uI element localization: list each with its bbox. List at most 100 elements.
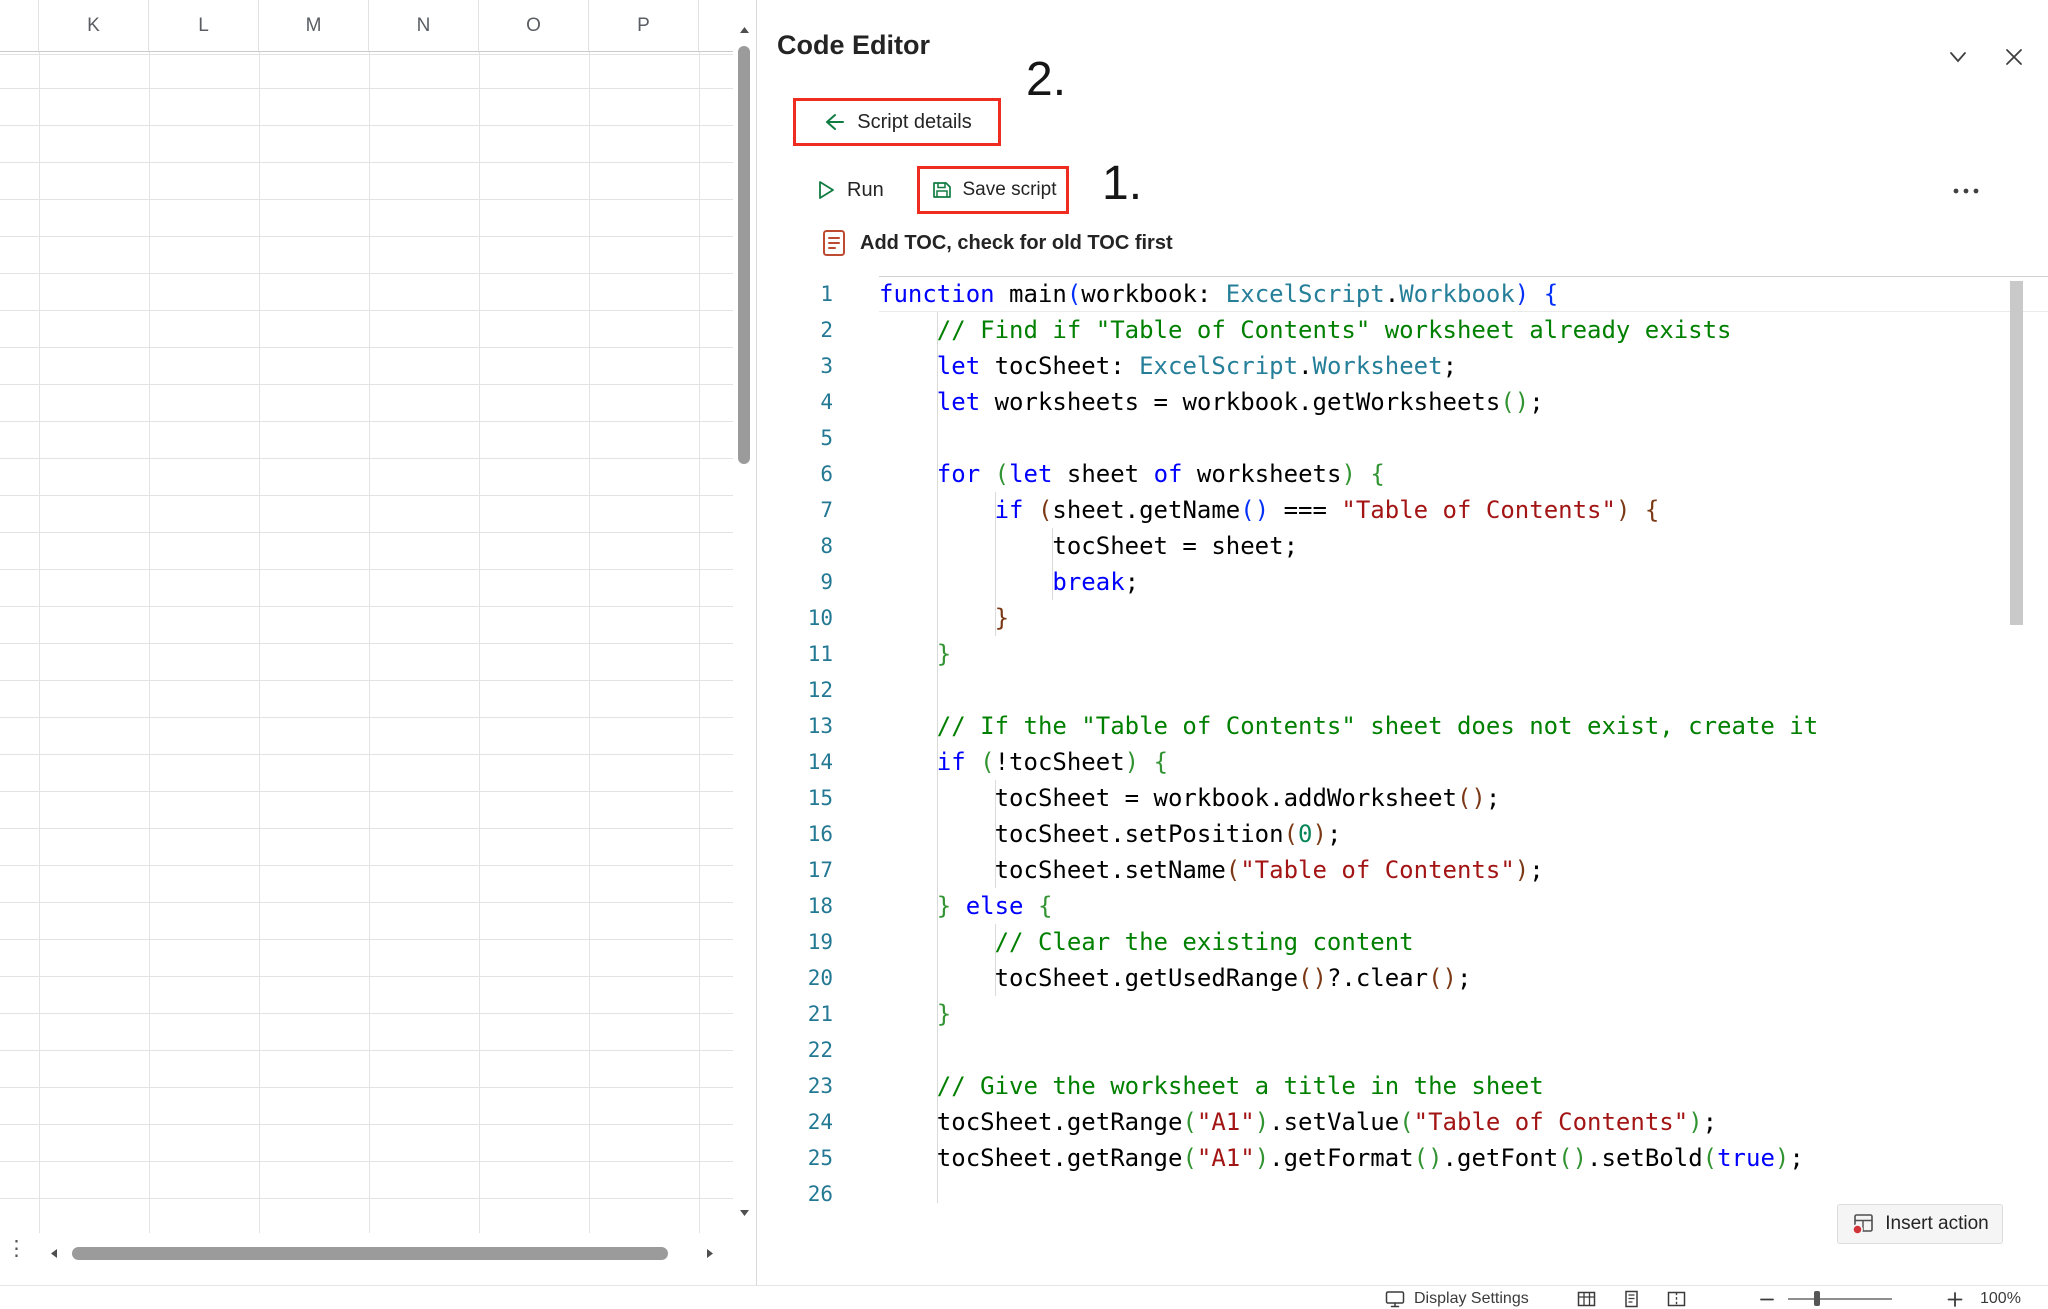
zoom-slider[interactable] — [1788, 1288, 1892, 1309]
code-line[interactable]: 13 // If the "Table of Contents" sheet d… — [757, 708, 2048, 744]
close-panel-button[interactable] — [1999, 42, 2029, 72]
indent-guide — [937, 996, 938, 1032]
indent-guide — [937, 960, 938, 996]
line-number: 3 — [757, 348, 833, 384]
code-line[interactable]: 12 — [757, 672, 2048, 708]
code-line[interactable]: 21 } — [757, 996, 2048, 1032]
collapse-panel-button[interactable] — [1943, 42, 1973, 72]
line-number: 15 — [757, 780, 833, 816]
column-header[interactable] — [0, 0, 39, 51]
code-line[interactable]: 17 tocSheet.setName("Table of Contents")… — [757, 852, 2048, 888]
indent-guide — [995, 852, 996, 888]
code-editor[interactable]: 1function main(workbook: ExcelScript.Wor… — [757, 276, 2048, 1203]
page-layout-view-icon[interactable] — [1621, 1289, 1642, 1309]
code-line[interactable]: 5 — [757, 420, 2048, 456]
line-number: 17 — [757, 852, 833, 888]
sheet-vertical-scrollbar[interactable] — [733, 0, 756, 1236]
code-line[interactable]: 23 // Give the worksheet a title in the … — [757, 1068, 2048, 1104]
save-script-button[interactable]: Save script — [924, 177, 1063, 203]
column-header[interactable]: O — [479, 0, 589, 51]
sheet-horizontal-scrollbar[interactable] — [0, 1240, 733, 1266]
code-line[interactable]: 26 — [757, 1176, 2048, 1203]
column-header[interactable]: N — [369, 0, 479, 51]
code-line-content: for (let sheet of worksheets) { — [879, 456, 2048, 492]
code-editor-panel: Code Editor Script details Run Save scri… — [756, 0, 2048, 1308]
insert-action-button[interactable]: Insert action — [1837, 1204, 2003, 1244]
code-line[interactable]: 16 tocSheet.setPosition(0); — [757, 816, 2048, 852]
zoom-slider-track[interactable] — [1788, 1298, 1892, 1300]
column-header[interactable] — [699, 0, 733, 51]
column-header[interactable]: L — [149, 0, 259, 51]
code-line-content: break; — [879, 564, 2048, 600]
zoom-percent-button[interactable]: 100% — [1980, 1288, 2021, 1309]
indent-guide — [995, 564, 996, 600]
run-button[interactable]: Run — [809, 168, 890, 212]
code-line[interactable]: 6 for (let sheet of worksheets) { — [757, 456, 2048, 492]
code-line[interactable]: 20 tocSheet.getUsedRange()?.clear(); — [757, 960, 2048, 996]
scroll-up-icon[interactable] — [738, 24, 751, 37]
line-number: 7 — [757, 492, 833, 528]
code-line-content: let worksheets = workbook.getWorksheets(… — [879, 384, 2048, 420]
sheet-grid[interactable] — [0, 52, 733, 1233]
run-icon — [815, 178, 837, 202]
column-header[interactable]: M — [259, 0, 369, 51]
code-line[interactable]: 1function main(workbook: ExcelScript.Wor… — [757, 276, 2048, 312]
code-line-content: // If the "Table of Contents" sheet does… — [879, 708, 2048, 744]
pane-grip-icon[interactable]: ⋮ — [6, 1236, 27, 1261]
code-scrollbar[interactable] — [2007, 277, 2026, 1201]
code-line[interactable]: 3 let tocSheet: ExcelScript.Worksheet; — [757, 348, 2048, 384]
indent-guide — [937, 852, 938, 888]
code-line-content: if (sheet.getName() === "Table of Conten… — [879, 492, 2048, 528]
indent-guide — [995, 492, 996, 528]
column-header[interactable]: P — [589, 0, 699, 51]
view-switcher — [1576, 1288, 1687, 1309]
line-number: 8 — [757, 528, 833, 564]
line-number: 6 — [757, 456, 833, 492]
line-number: 5 — [757, 420, 833, 456]
close-icon — [1999, 42, 2029, 72]
page-break-view-icon[interactable] — [1666, 1289, 1687, 1309]
code-line[interactable]: 25 tocSheet.getRange("A1").getFormat().g… — [757, 1140, 2048, 1176]
code-line[interactable]: 19 // Clear the existing content — [757, 924, 2048, 960]
scroll-right-icon[interactable] — [703, 1247, 716, 1260]
zoom-slider-thumb[interactable] — [1814, 1291, 1820, 1306]
display-settings-icon — [1384, 1289, 1406, 1309]
indent-guide — [937, 708, 938, 744]
code-line-content — [879, 672, 2048, 708]
indent-guide — [937, 312, 938, 348]
more-options-button[interactable] — [1943, 172, 1989, 204]
code-line[interactable]: 10 } — [757, 600, 2048, 636]
zoom-out-button[interactable] — [1758, 1288, 1776, 1309]
code-line[interactable]: 2 // Find if "Table of Contents" workshe… — [757, 312, 2048, 348]
code-line-content: // Give the worksheet a title in the she… — [879, 1068, 2048, 1104]
line-number: 18 — [757, 888, 833, 924]
line-number: 22 — [757, 1032, 833, 1068]
code-line[interactable]: 18 } else { — [757, 888, 2048, 924]
line-number: 12 — [757, 672, 833, 708]
code-line[interactable]: 9 break; — [757, 564, 2048, 600]
zoom-percent-label: 100% — [1980, 1290, 2021, 1308]
normal-view-icon[interactable] — [1576, 1289, 1597, 1309]
code-line[interactable]: 4 let worksheets = workbook.getWorksheet… — [757, 384, 2048, 420]
sheet-column-headers: KLMNOP — [0, 0, 733, 52]
scroll-down-icon[interactable] — [738, 1206, 751, 1219]
script-details-button[interactable]: Script details — [816, 110, 978, 135]
indent-guide — [937, 564, 938, 600]
code-line[interactable]: 15 tocSheet = workbook.addWorksheet(); — [757, 780, 2048, 816]
code-line[interactable]: 8 tocSheet = sheet; — [757, 528, 2048, 564]
scroll-left-icon[interactable] — [48, 1247, 61, 1260]
display-settings-button[interactable]: Display Settings — [1384, 1288, 1529, 1309]
code-line-content: // Clear the existing content — [879, 924, 2048, 960]
indent-guide — [937, 1140, 938, 1176]
code-line[interactable]: 14 if (!tocSheet) { — [757, 744, 2048, 780]
code-line[interactable]: 11 } — [757, 636, 2048, 672]
column-header[interactable]: K — [39, 0, 149, 51]
code-line[interactable]: 24 tocSheet.getRange("A1").setValue("Tab… — [757, 1104, 2048, 1140]
script-details-label: Script details — [857, 111, 972, 134]
code-scrollbar-thumb[interactable] — [2010, 281, 2023, 625]
code-line[interactable]: 22 — [757, 1032, 2048, 1068]
vertical-scrollbar-thumb[interactable] — [738, 46, 750, 464]
code-line[interactable]: 7 if (sheet.getName() === "Table of Cont… — [757, 492, 2048, 528]
horizontal-scrollbar-thumb[interactable] — [72, 1247, 668, 1260]
zoom-in-button[interactable] — [1946, 1288, 1964, 1309]
